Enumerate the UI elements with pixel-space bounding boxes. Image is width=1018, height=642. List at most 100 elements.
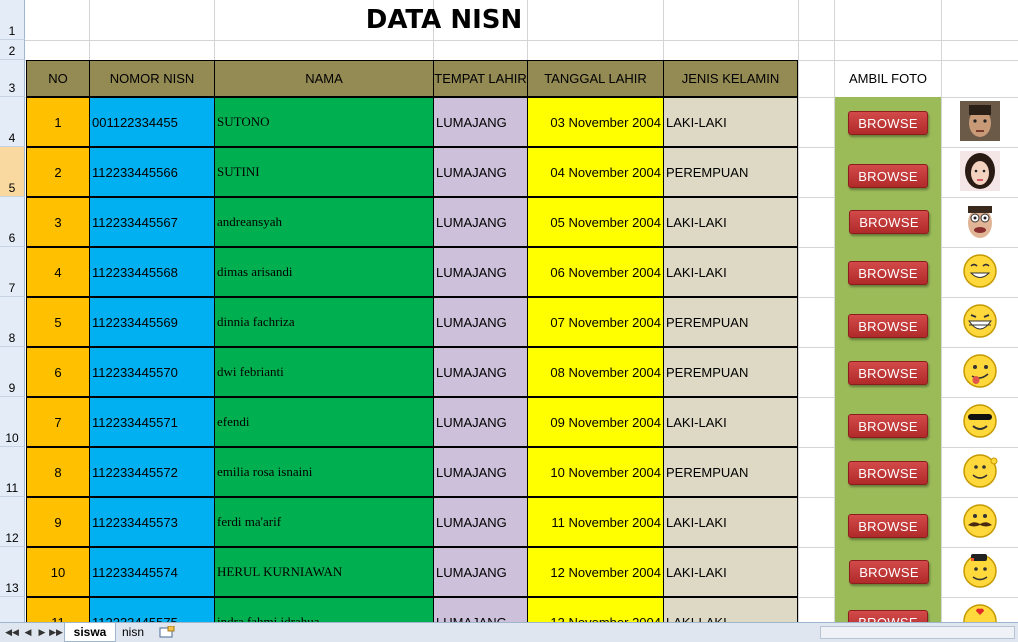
worksheet[interactable]: 1 2 3 4 5 6 7 8 9 10 11 12 13 DATA NISN NO NOMOR NIS…: [0, 0, 1018, 622]
cell-no[interactable]: 9: [26, 497, 90, 547]
cell-no[interactable]: 5: [26, 297, 90, 347]
browse-button[interactable]: BROWSE: [848, 361, 928, 385]
cell-no[interactable]: 4: [26, 247, 90, 297]
browse-button[interactable]: BROWSE: [848, 610, 928, 622]
cell-jenis-kelamin[interactable]: LAKI-LAKI: [663, 497, 798, 547]
row-header[interactable]: 6: [0, 197, 25, 247]
browse-button[interactable]: BROWSE: [848, 111, 928, 135]
cell-jenis-kelamin[interactable]: PEREMPUAN: [663, 147, 798, 197]
cell-nisn[interactable]: 112233445567: [89, 197, 215, 247]
header-nama[interactable]: NAMA: [214, 60, 434, 97]
tab-siswa[interactable]: siswa: [64, 623, 116, 642]
cell-tanggal-lahir[interactable]: 08 November 2004: [527, 347, 664, 397]
cell-tempat-lahir[interactable]: LUMAJANG: [433, 147, 528, 197]
cell-no[interactable]: 2: [26, 147, 90, 197]
cell-tanggal-lahir[interactable]: 11 November 2004: [527, 497, 664, 547]
cell-nama[interactable]: ferdi ma'arif: [214, 497, 434, 547]
header-no[interactable]: NO: [26, 60, 90, 97]
cell-nama[interactable]: HERUL KURNIAWAN: [214, 547, 434, 597]
next-sheet-icon[interactable]: ▶: [36, 626, 48, 638]
cell-nisn[interactable]: 112233445568: [89, 247, 215, 297]
cell-jenis-kelamin[interactable]: PEREMPUAN: [663, 347, 798, 397]
cell-tempat-lahir[interactable]: LUMAJANG: [433, 247, 528, 297]
browse-button[interactable]: BROWSE: [848, 314, 928, 338]
last-sheet-icon[interactable]: ▶▶: [49, 626, 63, 638]
cell-nisn[interactable]: 112233445575: [89, 597, 215, 622]
cell-nama[interactable]: indra fahmi idrahua: [214, 597, 434, 622]
cell-tempat-lahir[interactable]: LUMAJANG: [433, 97, 528, 147]
cell-nisn[interactable]: 112233445574: [89, 547, 215, 597]
cell-tempat-lahir[interactable]: LUMAJANG: [433, 497, 528, 547]
row-header[interactable]: 13: [0, 547, 25, 597]
cell-nisn[interactable]: 112233445572: [89, 447, 215, 497]
cell-nisn[interactable]: 112233445573: [89, 497, 215, 547]
cell-no[interactable]: 11: [26, 597, 90, 622]
row-header[interactable]: 7: [0, 247, 25, 297]
cell-jenis-kelamin[interactable]: LAKI-LAKI: [663, 247, 798, 297]
cell-tanggal-lahir[interactable]: 06 November 2004: [527, 247, 664, 297]
cell-nama[interactable]: dwi febrianti: [214, 347, 434, 397]
header-nisn[interactable]: NOMOR NISN: [89, 60, 215, 97]
row-header[interactable]: 5: [0, 147, 25, 197]
cell-nisn[interactable]: 001122334455: [89, 97, 215, 147]
cell-nama[interactable]: andreansyah: [214, 197, 434, 247]
row-header[interactable]: 1: [0, 0, 25, 40]
cell-tanggal-lahir[interactable]: 13 November 2004: [527, 597, 664, 622]
browse-button[interactable]: BROWSE: [848, 461, 928, 485]
browse-button[interactable]: BROWSE: [848, 164, 928, 188]
cell-jenis-kelamin[interactable]: LAKI-LAKI: [663, 97, 798, 147]
cell-nisn[interactable]: 112233445570: [89, 347, 215, 397]
cell-nama[interactable]: efendi: [214, 397, 434, 447]
cell-jenis-kelamin[interactable]: LAKI-LAKI: [663, 197, 798, 247]
cell-tempat-lahir[interactable]: LUMAJANG: [433, 547, 528, 597]
cell-nisn[interactable]: 112233445571: [89, 397, 215, 447]
cell-tanggal-lahir[interactable]: 03 November 2004: [527, 97, 664, 147]
row-header[interactable]: 3: [0, 60, 25, 97]
row-header[interactable]: 2: [0, 40, 25, 60]
browse-button[interactable]: BROWSE: [849, 210, 929, 234]
cell-tempat-lahir[interactable]: LUMAJANG: [433, 447, 528, 497]
cell-tanggal-lahir[interactable]: 05 November 2004: [527, 197, 664, 247]
cell-nama[interactable]: emilia rosa isnaini: [214, 447, 434, 497]
insert-sheet-icon[interactable]: [154, 623, 180, 641]
cell-tanggal-lahir[interactable]: 09 November 2004: [527, 397, 664, 447]
cell-no[interactable]: 10: [26, 547, 90, 597]
cell-tanggal-lahir[interactable]: 12 November 2004: [527, 547, 664, 597]
row-header[interactable]: 8: [0, 297, 25, 347]
cell-tempat-lahir[interactable]: LUMAJANG: [433, 397, 528, 447]
cell-nama[interactable]: dinnia fachriza: [214, 297, 434, 347]
row-header[interactable]: 4: [0, 97, 25, 147]
cell-jenis-kelamin[interactable]: LAKI-LAKI: [663, 597, 798, 622]
browse-button[interactable]: BROWSE: [848, 261, 928, 285]
cell-tanggal-lahir[interactable]: 07 November 2004: [527, 297, 664, 347]
header-jenis-kelamin[interactable]: JENIS KELAMIN: [663, 60, 798, 97]
cell-nisn[interactable]: 112233445566: [89, 147, 215, 197]
tab-nisn[interactable]: nisn: [116, 623, 150, 641]
browse-button[interactable]: BROWSE: [848, 514, 928, 538]
row-header[interactable]: 12: [0, 497, 25, 547]
cell-nisn[interactable]: 112233445569: [89, 297, 215, 347]
cell-nama[interactable]: dimas arisandi: [214, 247, 434, 297]
cell-no[interactable]: 7: [26, 397, 90, 447]
row-header[interactable]: [0, 597, 25, 622]
cell-no[interactable]: 3: [26, 197, 90, 247]
cell-tempat-lahir[interactable]: LUMAJANG: [433, 347, 528, 397]
cell-jenis-kelamin[interactable]: PEREMPUAN: [663, 297, 798, 347]
cell-no[interactable]: 8: [26, 447, 90, 497]
cell-jenis-kelamin[interactable]: LAKI-LAKI: [663, 397, 798, 447]
row-header[interactable]: 11: [0, 447, 25, 497]
cell-no[interactable]: 1: [26, 97, 90, 147]
cell-tanggal-lahir[interactable]: 04 November 2004: [527, 147, 664, 197]
first-sheet-icon[interactable]: ◀◀: [5, 626, 19, 638]
cell-tempat-lahir[interactable]: LUMAJANG: [433, 197, 528, 247]
cell-jenis-kelamin[interactable]: PEREMPUAN: [663, 447, 798, 497]
cell-tanggal-lahir[interactable]: 10 November 2004: [527, 447, 664, 497]
cell-nama[interactable]: SUTINI: [214, 147, 434, 197]
browse-button[interactable]: BROWSE: [848, 414, 928, 438]
header-tempat-lahir[interactable]: TEMPAT LAHIR: [433, 60, 528, 97]
row-header[interactable]: 10: [0, 397, 25, 447]
cell-nama[interactable]: SUTONO: [214, 97, 434, 147]
browse-button[interactable]: BROWSE: [849, 560, 929, 584]
cell-tempat-lahir[interactable]: LUMAJANG: [433, 597, 528, 622]
horizontal-scrollbar[interactable]: [820, 626, 1015, 639]
